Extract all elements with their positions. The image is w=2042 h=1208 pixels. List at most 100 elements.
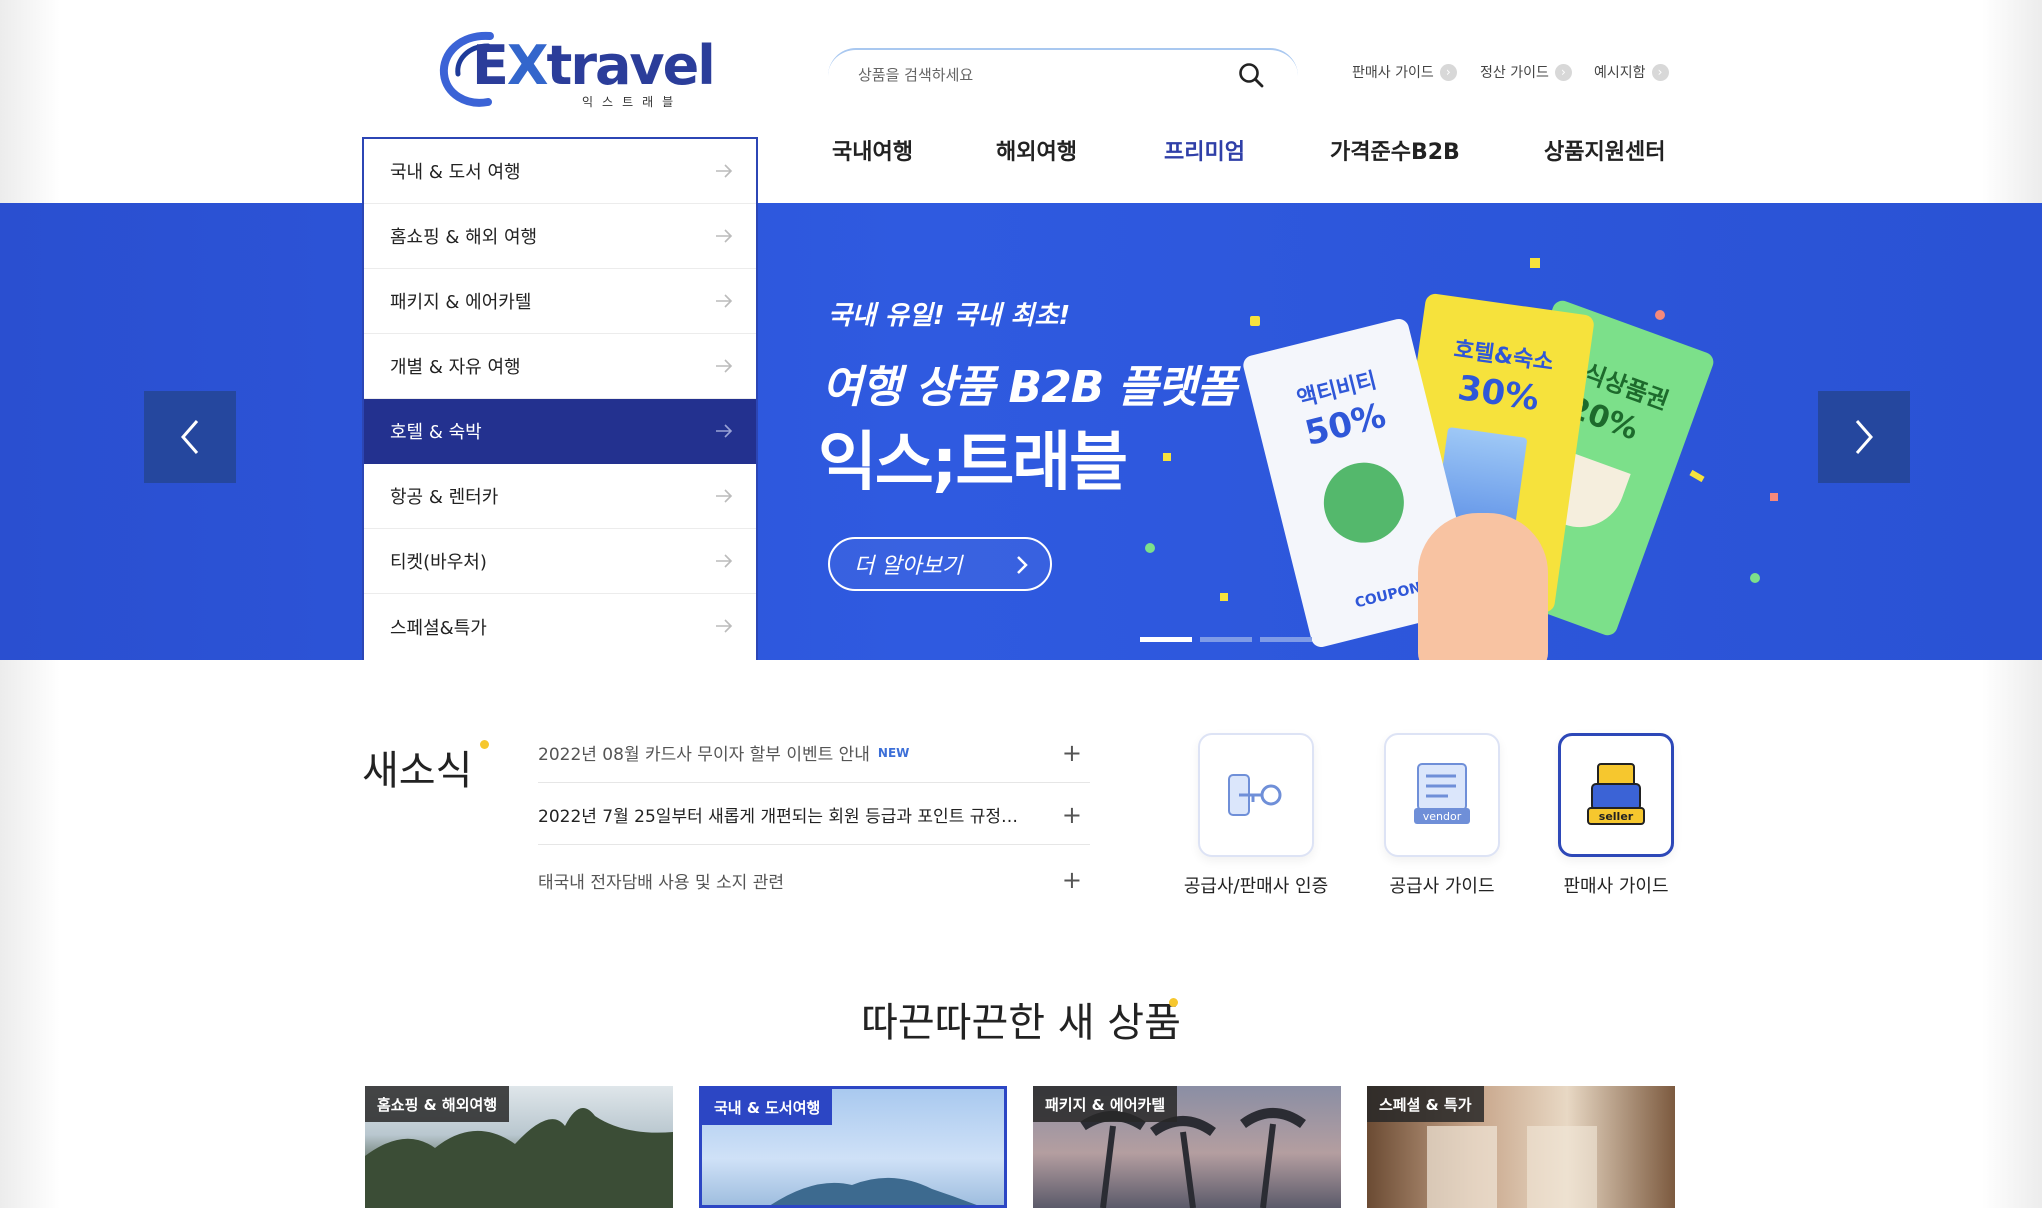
key-icon xyxy=(1228,774,1282,816)
product-card[interactable]: 스페셜 & 특가 xyxy=(1367,1086,1675,1208)
arrow-right-icon xyxy=(716,359,733,373)
banner-title: 여행 상품 B2B 플랫폼 xyxy=(822,362,1237,413)
logo-subtitle: 익스트래블 xyxy=(582,95,683,109)
logo-wordmark: EXtravel xyxy=(472,34,716,97)
arrow-right-icon xyxy=(716,619,733,633)
gnb-support-center[interactable]: 상품지원센터 xyxy=(1544,134,1665,166)
chevron-right-icon: › xyxy=(1554,63,1572,81)
product-card[interactable]: 홈쇼핑 & 해외여행 xyxy=(365,1086,673,1208)
side-item-label: 호텔 & 숙박 xyxy=(390,422,482,443)
new-badge: NEW xyxy=(877,745,910,760)
chevron-right-icon xyxy=(1017,556,1028,574)
banner-more-button[interactable]: 더 알아보기 xyxy=(828,537,1052,591)
chevron-right-icon: › xyxy=(1651,63,1669,81)
gnb-overseas-travel[interactable]: 해외여행 xyxy=(996,134,1077,166)
side-item-label: 홈쇼핑 & 해외 여행 xyxy=(390,227,538,248)
card-category-tag: 스페셜 & 특가 xyxy=(1367,1086,1484,1122)
side-item-homeshopping-overseas[interactable]: 홈쇼핑 & 해외 여행 xyxy=(364,204,756,269)
news-item[interactable]: 2022년 7월 25일부터 새롭게 개편되는 회원 등급과 포인트 규정… + xyxy=(538,785,1090,845)
util-link-label: 예시지함 xyxy=(1594,65,1646,81)
banner-brand-title: 익스;트래블 xyxy=(818,426,1128,500)
search-input[interactable] xyxy=(858,62,1218,88)
card-category-tag: 홈쇼핑 & 해외여행 xyxy=(365,1086,510,1122)
side-item-label: 국내 & 도서 여행 xyxy=(390,162,521,183)
search-bar xyxy=(828,48,1298,100)
gnb-domestic-travel[interactable]: 국내여행 xyxy=(832,134,913,166)
news-item-text: 2022년 08월 카드사 무이자 할부 이벤트 안내 xyxy=(538,745,870,765)
quick-link-label[interactable]: 판매사 가이드 xyxy=(1521,872,1711,898)
side-item-air-rentcar[interactable]: 항공 & 렌터카 xyxy=(364,464,756,529)
title-accent-dot xyxy=(480,740,489,749)
side-item-label: 개별 & 자유 여행 xyxy=(390,357,521,378)
confetti-decoration xyxy=(1750,573,1760,583)
quick-link-seller-guide[interactable]: seller xyxy=(1558,733,1674,857)
arrow-right-icon xyxy=(716,554,733,568)
palm-tree-image xyxy=(1315,454,1413,552)
quick-link-vendor-guide[interactable]: vendor xyxy=(1384,733,1500,857)
svg-text:seller: seller xyxy=(1599,810,1634,823)
confetti-decoration xyxy=(1689,469,1705,483)
svg-text:vendor: vendor xyxy=(1423,810,1462,823)
banner-prev-button[interactable] xyxy=(144,391,236,483)
side-item-domestic-island[interactable]: 국내 & 도서 여행 xyxy=(364,139,756,204)
banner-indicator[interactable] xyxy=(1200,637,1252,642)
banner-pagination xyxy=(1140,637,1312,642)
util-link-inbox[interactable]: 예시지함 › xyxy=(1594,62,1669,82)
news-item-text: 2022년 7월 25일부터 새롭게 개편되는 회원 등급과 포인트 규정… xyxy=(538,807,1019,827)
card-category-tag: 국내 & 도서여행 xyxy=(702,1089,833,1125)
side-item-package-aircartel[interactable]: 패키지 & 에어카텔 xyxy=(364,269,756,334)
title-accent-dot xyxy=(1169,998,1178,1007)
side-item-label: 항공 & 렌터카 xyxy=(390,487,499,508)
extravel-logo[interactable]: EXtravel 익스트래블 xyxy=(438,28,716,112)
chevron-left-icon xyxy=(181,420,199,454)
new-products-title: 따끈따끈한 새 상품 xyxy=(861,1000,1181,1046)
banner-indicator[interactable] xyxy=(1140,637,1192,642)
quick-link-label[interactable]: 공급사/판매사 인증 xyxy=(1161,872,1351,898)
news-section-title: 새소식 xyxy=(362,748,473,794)
arrow-right-icon xyxy=(716,294,733,308)
confetti-decoration xyxy=(1530,258,1540,268)
news-item[interactable]: 2022년 08월 카드사 무이자 할부 이벤트 안내 NEW + xyxy=(538,723,1090,783)
arrow-right-icon xyxy=(716,229,733,243)
confetti-decoration xyxy=(1220,593,1228,601)
side-item-label: 스페셜&특가 xyxy=(390,617,487,639)
arrow-right-icon xyxy=(716,489,733,503)
side-item-ticket-voucher[interactable]: 티켓(바우처) xyxy=(364,529,756,594)
plus-icon[interactable]: + xyxy=(1062,801,1082,829)
arrow-right-icon xyxy=(716,164,733,178)
product-card[interactable]: 패키지 & 에어카텔 xyxy=(1033,1086,1341,1208)
util-link-settlement-guide[interactable]: 정산 가이드 › xyxy=(1480,62,1572,82)
side-item-hotel-lodging[interactable]: 호텔 & 숙박 xyxy=(364,399,756,464)
quick-link-label[interactable]: 공급사 가이드 xyxy=(1347,872,1537,898)
util-link-seller-guide[interactable]: 판매사 가이드 › xyxy=(1352,62,1457,82)
product-card[interactable]: 국내 & 도서여행 xyxy=(699,1086,1007,1208)
confetti-decoration xyxy=(1250,316,1260,326)
confetti-decoration xyxy=(1655,310,1665,320)
banner-next-button[interactable] xyxy=(1818,391,1910,483)
hand-image xyxy=(1418,513,1548,660)
chevron-right-icon xyxy=(1855,420,1873,454)
news-item[interactable]: 태국내 전자담배 사용 및 소지 관련 + xyxy=(538,850,1090,910)
quick-link-certification[interactable] xyxy=(1198,733,1314,857)
search-icon[interactable] xyxy=(1236,60,1266,90)
main-banner: 국내 유일! 국내 최초! 여행 상품 B2B 플랫폼 익스;트래블 더 알아보… xyxy=(0,203,2042,660)
confetti-decoration xyxy=(1145,543,1155,553)
confetti-decoration xyxy=(1163,453,1171,461)
util-link-label: 판매사 가이드 xyxy=(1352,65,1434,81)
card-category-tag: 패키지 & 에어카텔 xyxy=(1033,1086,1178,1122)
gnb-premium[interactable]: 프리미엄 xyxy=(1164,134,1245,166)
vendor-icon: vendor xyxy=(1414,763,1470,824)
banner-indicator[interactable] xyxy=(1260,637,1312,642)
side-item-special-deal[interactable]: 스페셜&특가 xyxy=(364,594,756,659)
seller-icon: seller xyxy=(1587,763,1645,825)
banner-more-label: 더 알아보기 xyxy=(854,554,963,579)
chevron-right-icon: › xyxy=(1439,63,1457,81)
side-item-individual-free[interactable]: 개별 & 자유 여행 xyxy=(364,334,756,399)
category-side-menu: 국내 & 도서 여행 홈쇼핑 & 해외 여행 패키지 & 에어카텔 개별 & 자… xyxy=(362,137,758,660)
banner-eyebrow: 국내 유일! 국내 최초! xyxy=(828,301,1071,331)
gnb-price-b2b[interactable]: 가격준수B2B xyxy=(1330,134,1460,166)
plus-icon[interactable]: + xyxy=(1062,866,1082,894)
confetti-decoration xyxy=(1770,493,1778,501)
plus-icon[interactable]: + xyxy=(1062,739,1082,767)
util-link-label: 정산 가이드 xyxy=(1480,65,1549,81)
